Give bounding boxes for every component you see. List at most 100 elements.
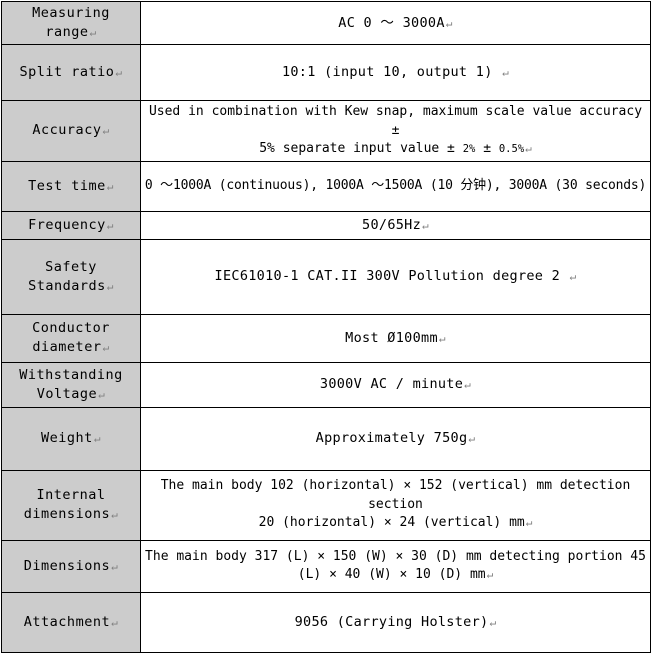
- pilcrow-mark: ↵: [486, 568, 494, 582]
- pilcrow-mark: ↵: [102, 341, 110, 355]
- value-line-2-prefix: 5% separate input value ±: [259, 141, 463, 157]
- row-label-weight: Weight↵: [1, 406, 141, 471]
- pilcrow-mark: ↵: [111, 615, 119, 629]
- pilcrow-mark: ↵: [502, 66, 510, 80]
- pilcrow-mark: ↵: [106, 179, 114, 193]
- pilcrow-mark: ↵: [445, 16, 453, 30]
- value-line-1: The main body 317 (L) × 150 (W) × 30 (D)…: [145, 548, 646, 564]
- pilcrow-mark: ↵: [98, 387, 106, 401]
- label-text: Split ratio: [19, 64, 115, 81]
- pilcrow-mark: ↵: [111, 508, 119, 522]
- table-row: Test time↵ 0 ～1000A (continuous), 1000A …: [1, 160, 651, 212]
- row-label-attachment: Attachment↵: [1, 591, 141, 653]
- pilcrow-mark: ↵: [115, 66, 123, 80]
- pilcrow-mark: ↵: [464, 378, 472, 392]
- label-text: Measuring range: [32, 5, 110, 41]
- row-value-conductor-diameter: Most Ø100mm↵: [140, 313, 651, 363]
- value-tolerance-2: 0.5%: [498, 143, 525, 156]
- pilcrow-mark: ↵: [525, 516, 533, 530]
- pilcrow-mark: ↵: [89, 26, 97, 40]
- row-label-withstanding-voltage: Withstanding Voltage↵: [1, 361, 141, 408]
- table-row: Conductor diameter↵ Most Ø100mm↵: [1, 313, 651, 363]
- row-value-dimensions: The main body 317 (L) × 150 (W) × 30 (D)…: [140, 539, 651, 593]
- row-label-internal-dimensions: Internal dimensions↵: [1, 469, 141, 541]
- label-text: Attachment: [23, 613, 111, 630]
- value-line-2-text: 20 (horizontal) × 24 (vertical) mm: [258, 515, 525, 531]
- table-row: Measuring range↵ AC 0 ～ 3000A↵: [1, 0, 651, 46]
- value-text: Approximately 750g: [315, 430, 468, 447]
- pilcrow-mark: ↵: [106, 279, 114, 293]
- table-row: Attachment↵ 9056 (Carrying Holster)↵: [1, 591, 651, 653]
- label-text: Accuracy: [32, 122, 102, 139]
- pilcrow-mark: ↵: [489, 615, 497, 629]
- row-value-split-ratio: 10:1 (input 10, output 1) ↵: [140, 44, 651, 102]
- row-label-conductor-diameter: Conductor diameter↵: [1, 313, 141, 363]
- table-row: Split ratio↵ 10:1 (input 10, output 1) ↵: [1, 44, 651, 102]
- value-line-2: 5% separate input value ± 2% ± 0.5%↵: [144, 140, 647, 158]
- value-text: Most Ø100mm: [345, 329, 438, 346]
- value-text: AC 0 ～ 3000A: [338, 14, 445, 31]
- label-line-1: Withstanding: [19, 366, 123, 383]
- value-text: 50/65Hz: [362, 216, 422, 233]
- value-text: 9056 (Carrying Holster): [294, 613, 489, 630]
- row-label-frequency: Frequency↵: [1, 210, 141, 240]
- label-line-2: dimensions↵: [5, 505, 137, 524]
- row-label-safety-standards: Safety Standards↵: [1, 238, 141, 315]
- row-value-weight: Approximately 750g↵: [140, 406, 651, 471]
- value-text: IEC61010-1 CAT.II 300V Pollution degree …: [214, 268, 569, 285]
- row-label-measuring-range: Measuring range↵: [1, 0, 141, 46]
- label-text: Dimensions: [23, 557, 111, 574]
- pilcrow-mark: ↵: [569, 270, 577, 284]
- label-line-1: Conductor: [32, 320, 110, 337]
- value-text: 3000V AC / minute: [319, 376, 464, 393]
- table-row: Dimensions↵ The main body 317 (L) × 150 …: [1, 539, 651, 593]
- value-line-1: Used in combination with Kew snap, maxim…: [148, 104, 643, 138]
- label-line-2-text: Standards: [28, 277, 106, 294]
- pilcrow-mark: ↵: [111, 559, 119, 573]
- value-line-2: 20 (horizontal) × 24 (vertical) mm↵: [144, 514, 647, 532]
- pilcrow-mark: ↵: [468, 432, 476, 446]
- label-line-2-text: diameter: [32, 339, 102, 356]
- row-value-accuracy: Used in combination with Kew snap, maxim…: [140, 100, 651, 162]
- specification-table-body: Measuring range↵ AC 0 ～ 3000A↵ Split rat…: [1, 0, 651, 653]
- row-label-test-time: Test time↵: [1, 160, 141, 212]
- value-line-2-text: (L) × 40 (W) × 10 (D) mm: [297, 567, 486, 583]
- row-label-dimensions: Dimensions↵: [1, 539, 141, 593]
- pilcrow-mark: ↵: [102, 124, 110, 138]
- table-row: Accuracy↵ Used in combination with Kew s…: [1, 100, 651, 162]
- row-value-safety-standards: IEC61010-1 CAT.II 300V Pollution degree …: [140, 238, 651, 315]
- row-value-measuring-range: AC 0 ～ 3000A↵: [140, 0, 651, 46]
- label-line-1: Safety: [45, 258, 97, 275]
- pilcrow-mark: ↵: [525, 142, 532, 156]
- value-line-1: The main body 102 (horizontal) × 152 (ve…: [160, 478, 631, 512]
- value-line-2: (L) × 40 (W) × 10 (D) mm↵: [144, 566, 647, 584]
- table-row: Safety Standards↵ IEC61010-1 CAT.II 300V…: [1, 238, 651, 315]
- label-line-2: diameter↵: [5, 338, 137, 357]
- row-value-frequency: 50/65Hz↵: [140, 210, 651, 240]
- value-line-2-mid: ±: [475, 141, 499, 157]
- specification-table-container: Measuring range↵ AC 0 ～ 3000A↵ Split rat…: [0, 0, 656, 653]
- row-value-withstanding-voltage: 3000V AC / minute↵: [140, 361, 651, 408]
- pilcrow-mark: ↵: [106, 218, 114, 232]
- value-tolerance-1: 2%: [462, 143, 476, 156]
- value-text: 10:1 (input 10, output 1): [281, 64, 493, 81]
- row-label-accuracy: Accuracy↵: [1, 100, 141, 162]
- label-line-1: Internal: [36, 487, 106, 504]
- label-text: Test time: [28, 177, 106, 194]
- table-row: Withstanding Voltage↵ 3000V AC / minute↵: [1, 361, 651, 408]
- label-line-2-text: dimensions: [23, 506, 111, 523]
- table-row: Weight↵ Approximately 750g↵: [1, 406, 651, 471]
- pilcrow-mark: ↵: [422, 218, 429, 232]
- value-text: 0 ～1000A (continuous), 1000A ～1500A (10 …: [144, 177, 647, 193]
- label-line-2: Standards↵: [5, 277, 137, 296]
- row-value-internal-dimensions: The main body 102 (horizontal) × 152 (ve…: [140, 469, 651, 541]
- table-row: Internal dimensions↵ The main body 102 (…: [1, 469, 651, 541]
- row-label-split-ratio: Split ratio↵: [1, 44, 141, 102]
- row-value-attachment: 9056 (Carrying Holster)↵: [140, 591, 651, 653]
- label-text: Weight: [41, 430, 93, 447]
- table-row: Frequency↵ 50/65Hz↵: [1, 210, 651, 240]
- label-text: Frequency: [28, 216, 106, 233]
- specification-table: Measuring range↵ AC 0 ～ 3000A↵ Split rat…: [1, 0, 651, 653]
- row-value-test-time: 0 ～1000A (continuous), 1000A ～1500A (10 …: [140, 160, 651, 212]
- label-line-2-text: Voltage: [36, 385, 98, 402]
